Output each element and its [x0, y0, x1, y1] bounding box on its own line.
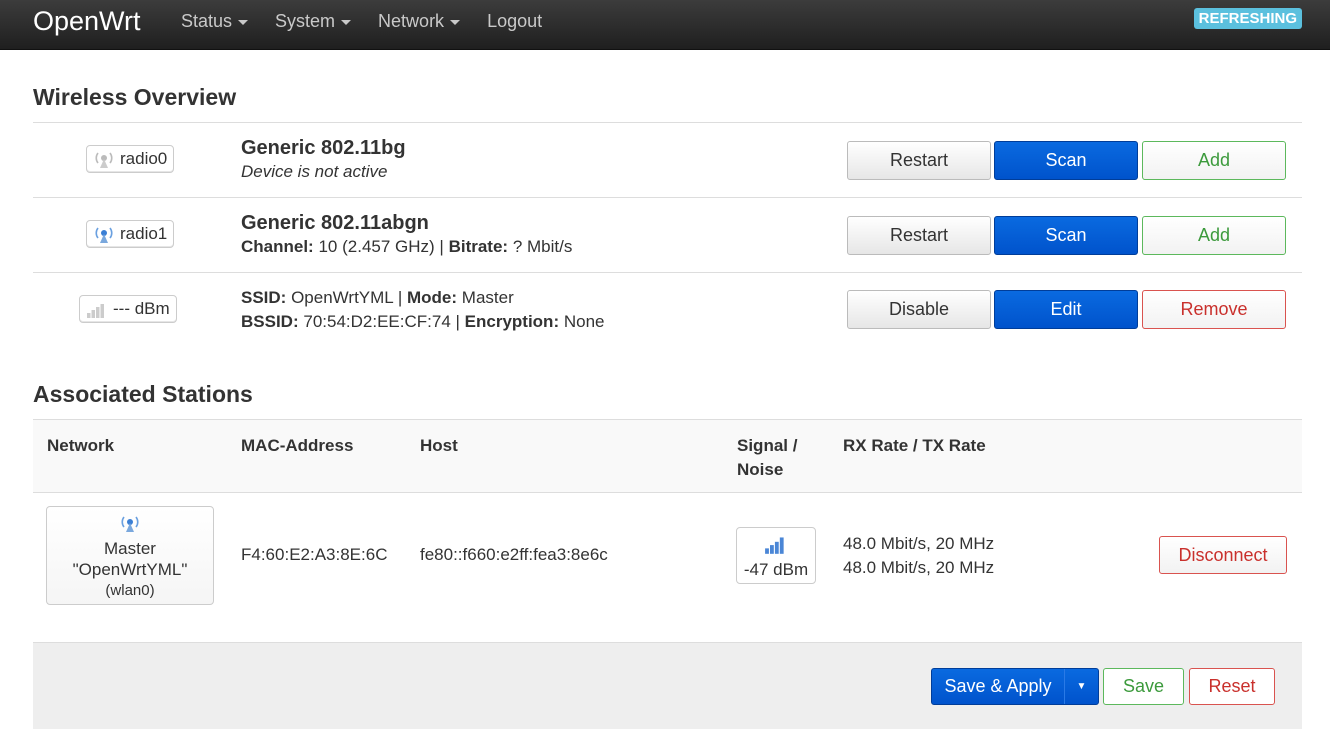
channel-value: 10 (2.457 GHz): [318, 237, 435, 256]
form-actions-bar: Save & Apply ▼ Save Reset: [33, 642, 1302, 729]
radio-active-icon: [121, 516, 139, 532]
menu-system[interactable]: System: [275, 10, 352, 32]
radio1-device-name: Generic 802.11abgn: [241, 212, 429, 234]
bitrate-label: Bitrate:: [448, 237, 509, 256]
station-network-mode: Master: [104, 539, 156, 558]
channel-label: Channel:: [241, 237, 314, 256]
header-signal: Signal /: [737, 436, 798, 455]
station-rx-rate: 48.0 Mbit/s, 20 MHz: [843, 534, 995, 553]
disconnect-button[interactable]: Disconnect: [1159, 536, 1287, 574]
radio1-info: Generic 802.11abgn Channel: 10 (2.457 GH…: [241, 211, 572, 259]
menu-network-label: Network: [378, 11, 445, 31]
separator: |: [393, 288, 407, 307]
header-signal-noise: Signal / Noise: [737, 434, 797, 482]
caret-down-icon: [341, 19, 352, 25]
station-tx-rate: 48.0 Mbit/s, 20 MHz: [843, 558, 995, 577]
menu-logout[interactable]: Logout: [487, 10, 542, 32]
bssid-value: 70:54:D2:EE:CF:74: [303, 312, 451, 331]
mode-value: Master: [461, 288, 514, 307]
radio0-add-button[interactable]: Add: [1142, 141, 1286, 180]
network-bssid-line: BSSID: 70:54:D2:EE:CF:74 | Encryption: N…: [241, 310, 604, 334]
signal-empty-icon: [87, 304, 104, 318]
bitrate-value: ? Mbit/s: [512, 237, 573, 256]
radio0-device-name: Generic 802.11bg: [241, 137, 406, 159]
menu-logout-label: Logout: [487, 11, 543, 31]
top-navbar: OpenWrt Status System Network Logout REF…: [0, 0, 1330, 50]
encryption-label: Encryption:: [464, 312, 560, 331]
station-mac: F4:60:E2:A3:8E:6C: [241, 545, 388, 564]
menu-network[interactable]: Network: [378, 10, 461, 32]
wireless-row-network: --- dBm SSID: OpenWrtYML | Mode: Master …: [33, 272, 1302, 347]
header-noise: Noise: [737, 460, 784, 479]
radio0-scan-button[interactable]: Scan: [994, 141, 1138, 180]
header-rate: RX Rate / TX Rate: [843, 436, 986, 455]
brand-logo[interactable]: OpenWrt: [33, 6, 141, 36]
caret-down-icon: [238, 19, 249, 25]
radio1-details: Channel: 10 (2.457 GHz) | Bitrate: ? Mbi…: [241, 235, 572, 259]
network-disable-button[interactable]: Disable: [847, 290, 991, 329]
signal-chip-label: --- dBm: [113, 299, 170, 318]
network-info: SSID: OpenWrtYML | Mode: Master BSSID: 7…: [241, 286, 604, 334]
radio1-scan-button[interactable]: Scan: [994, 216, 1138, 255]
network-ssid-line: SSID: OpenWrtYML | Mode: Master: [241, 286, 604, 310]
menu-system-label: System: [275, 11, 336, 31]
ssid-value: OpenWrtYML: [291, 288, 394, 307]
signal-chip[interactable]: --- dBm: [79, 295, 177, 323]
radio0-status: Device is not active: [241, 162, 388, 181]
encryption-value: None: [563, 312, 605, 331]
radio0-chip[interactable]: radio0: [86, 145, 175, 173]
separator: |: [434, 237, 449, 256]
radio1-restart-button[interactable]: Restart: [847, 216, 991, 255]
station-network-badge[interactable]: Master "OpenWrtYML" (wlan0): [46, 506, 214, 605]
signal-strong-icon: [765, 537, 784, 554]
save-button[interactable]: Save: [1103, 668, 1184, 705]
station-signal-badge: -47 dBm: [736, 527, 816, 584]
radio1-chip-label: radio1: [120, 224, 168, 243]
bssid-label: BSSID:: [241, 312, 299, 331]
radio0-info: Generic 802.11bg Device is not active: [241, 136, 406, 184]
header-host: Host: [420, 436, 458, 455]
station-rates: 48.0 Mbit/s, 20 MHz 48.0 Mbit/s, 20 MHz: [843, 532, 994, 580]
radio0-chip-label: radio0: [120, 149, 168, 168]
radio-active-icon: [95, 227, 113, 243]
station-network-iface: (wlan0): [105, 582, 155, 599]
save-apply-button[interactable]: Save & Apply: [932, 669, 1065, 704]
wireless-overview-title: Wireless Overview: [33, 84, 237, 110]
header-network: Network: [47, 436, 115, 455]
station-host: fe80::f660:e2ff:fea3:8e6c: [420, 545, 608, 564]
station-network-ssid: "OpenWrtYML": [72, 560, 188, 579]
radio1-add-button[interactable]: Add: [1142, 216, 1286, 255]
header-mac: MAC-Address: [241, 436, 354, 455]
wireless-row-radio0: radio0 Generic 802.11bg Device is not ac…: [33, 122, 1302, 197]
menu-status-label: Status: [181, 11, 233, 31]
associated-stations-title: Associated Stations: [33, 381, 253, 407]
ssid-label: SSID:: [241, 288, 287, 307]
caret-down-icon: ▼: [1076, 681, 1087, 692]
reset-button[interactable]: Reset: [1189, 668, 1275, 705]
radio-disabled-icon: [95, 152, 113, 168]
save-apply-dropdown-toggle[interactable]: ▼: [1065, 669, 1098, 704]
radio1-chip[interactable]: radio1: [86, 220, 175, 248]
network-edit-button[interactable]: Edit: [994, 290, 1138, 329]
station-row: Master "OpenWrtYML" (wlan0) F4:60:E2:A3:…: [33, 493, 1302, 643]
refreshing-badge[interactable]: REFRESHING: [1193, 8, 1302, 29]
network-remove-button[interactable]: Remove: [1142, 290, 1286, 329]
separator: |: [450, 312, 465, 331]
caret-down-icon: [450, 19, 461, 25]
save-apply-split-button: Save & Apply ▼: [931, 668, 1099, 705]
stations-table-header: Network MAC-Address Host Signal / Noise …: [33, 419, 1302, 493]
main-menu: Status System Network Logout: [181, 10, 569, 32]
wireless-row-radio1: radio1 Generic 802.11abgn Channel: 10 (2…: [33, 197, 1302, 272]
station-signal-value: -47 dBm: [743, 560, 809, 579]
radio0-restart-button[interactable]: Restart: [847, 141, 991, 180]
menu-status[interactable]: Status: [181, 10, 249, 32]
mode-label: Mode:: [407, 288, 458, 307]
